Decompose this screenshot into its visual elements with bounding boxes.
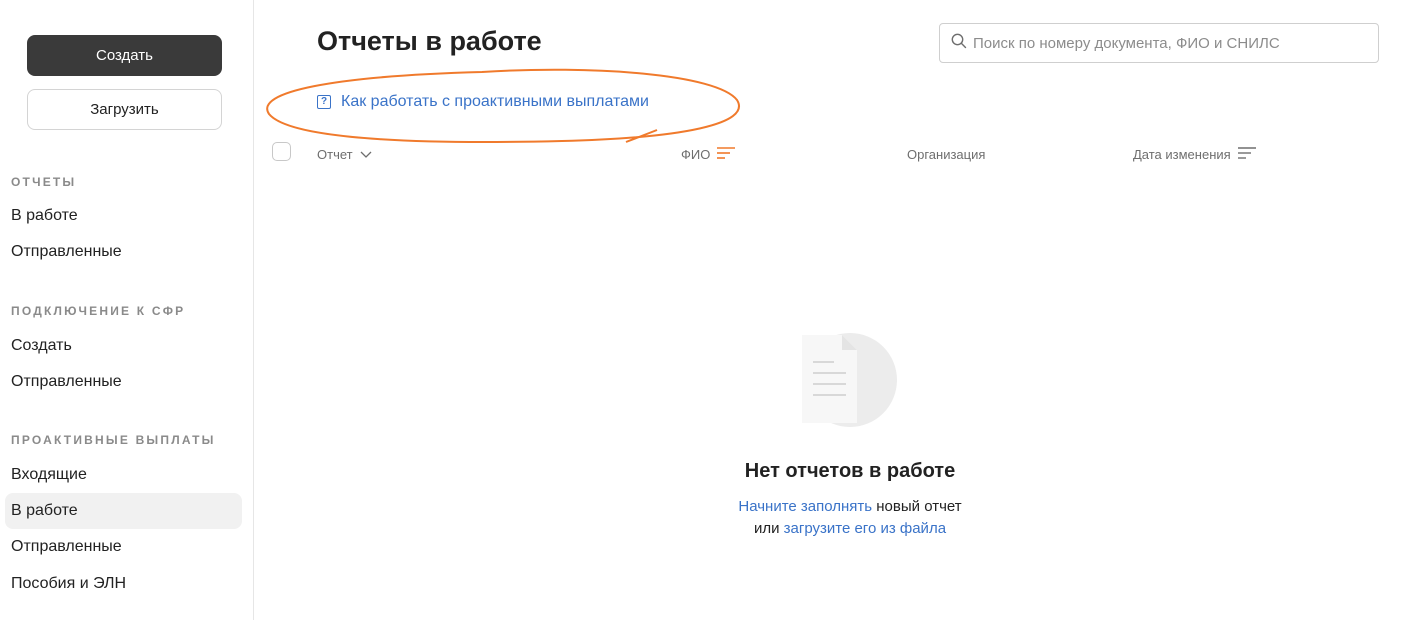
column-organization[interactable]: Организация bbox=[907, 147, 985, 162]
page-title: Отчеты в работе bbox=[317, 26, 542, 56]
column-date-label: Дата изменения bbox=[1133, 147, 1231, 162]
document-icon bbox=[802, 333, 897, 427]
search-input[interactable] bbox=[973, 34, 1373, 52]
chevron-down-icon bbox=[360, 147, 372, 162]
search-box[interactable] bbox=[939, 23, 1379, 63]
select-all-checkbox[interactable] bbox=[272, 142, 291, 161]
sidebar-item-sfr-sent[interactable]: Отправленные bbox=[5, 364, 242, 400]
section-title-proactive-payments: ПРОАКТИВНЫЕ ВЫПЛАТЫ bbox=[11, 433, 216, 447]
search-icon bbox=[951, 33, 967, 54]
empty-state-title: Нет отчетов в работе bbox=[744, 460, 956, 482]
column-report-label: Отчет bbox=[317, 147, 353, 162]
create-button[interactable]: Создать bbox=[27, 35, 222, 76]
help-link-label: Как работать с проактивными выплатами bbox=[341, 93, 649, 110]
empty-state-line-1: Начните заполнять новый отчет bbox=[0, 498, 1418, 515]
empty-state-text-2: или bbox=[753, 520, 784, 537]
help-icon: ? bbox=[317, 95, 331, 109]
column-organization-label: Организация bbox=[907, 147, 986, 162]
upload-from-file-link[interactable]: загрузите его из файла bbox=[784, 520, 946, 537]
sidebar-item-benefits-eln[interactable]: Пособия и ЭЛН bbox=[5, 566, 242, 602]
section-title-sfr-connection: ПОДКЛЮЧЕНИЕ К СФР bbox=[11, 304, 186, 318]
upload-button[interactable]: Загрузить bbox=[27, 89, 222, 130]
column-report[interactable]: Отчет bbox=[317, 147, 372, 162]
empty-state-text-1: новый отчет bbox=[872, 498, 962, 515]
empty-state-line-2: или загрузите его из файла bbox=[0, 520, 1418, 537]
sidebar-item-reports-in-work[interactable]: В работе bbox=[5, 198, 242, 234]
help-link[interactable]: ? Как работать с проактивными выплатами bbox=[317, 93, 649, 111]
sidebar-item-reports-sent[interactable]: Отправленные bbox=[5, 234, 242, 270]
sort-icon bbox=[1237, 147, 1256, 162]
section-title-reports: ОТЧЕТЫ bbox=[11, 175, 77, 189]
sidebar-item-sfr-create[interactable]: Создать bbox=[5, 328, 242, 364]
column-fio-label: ФИО bbox=[681, 147, 711, 162]
column-fio[interactable]: ФИО bbox=[681, 147, 736, 162]
column-date-changed[interactable]: Дата изменения bbox=[1133, 147, 1256, 162]
start-filling-link[interactable]: Начните заполнять bbox=[738, 498, 872, 515]
sort-icon bbox=[717, 147, 736, 162]
